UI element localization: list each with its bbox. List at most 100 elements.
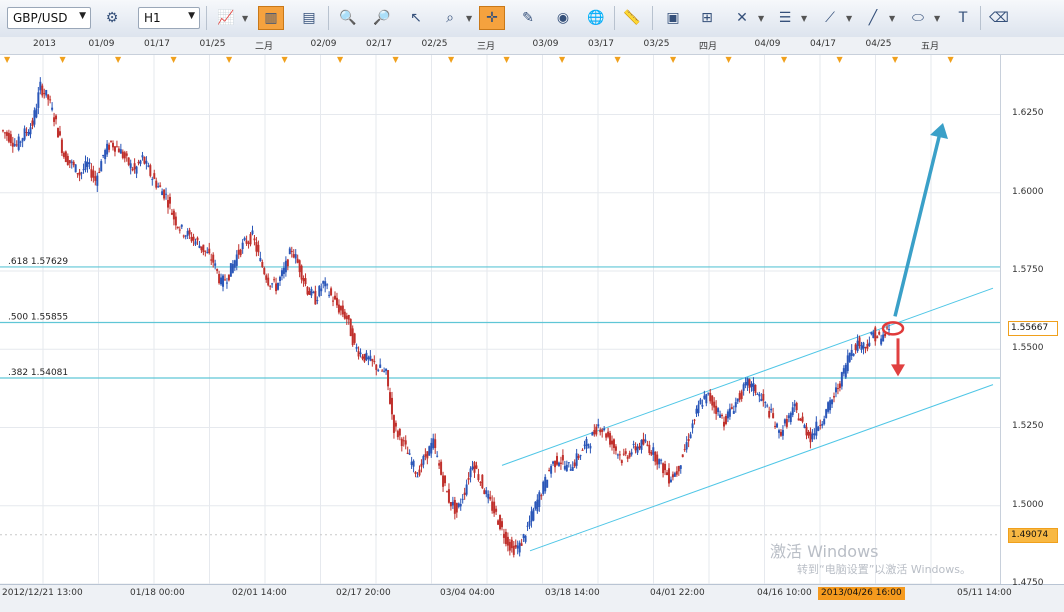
chevron-down-icon[interactable]: ▼ <box>758 14 764 23</box>
candle-body <box>524 535 527 542</box>
chevron-down-icon[interactable]: ▼ <box>242 14 248 23</box>
top-date-label: 03/17 <box>588 39 614 49</box>
event-marker-icon[interactable]: ▼ <box>4 55 10 64</box>
event-marker-icon[interactable]: ▼ <box>726 55 732 64</box>
candle-body <box>809 431 812 443</box>
symbol-select[interactable]: GBP/USD ▼ <box>7 7 91 29</box>
drawing-tools-icon[interactable]: ✕ <box>729 6 755 30</box>
image-icon[interactable]: ▣ <box>660 6 686 30</box>
candle-body <box>611 440 614 445</box>
candle-body <box>850 350 853 357</box>
candle-body <box>235 254 238 266</box>
candle-body <box>172 210 175 220</box>
event-marker-icon[interactable]: ▼ <box>670 55 676 64</box>
candle-body <box>585 438 588 449</box>
eraser-icon[interactable]: ⌫ <box>986 6 1012 30</box>
candle-body <box>271 283 274 285</box>
window-icon[interactable]: ⊞ <box>694 6 720 30</box>
event-marker-icon[interactable]: ▼ <box>559 55 565 64</box>
top-date-label: 02/17 <box>366 39 392 49</box>
chevron-down-icon[interactable]: ▼ <box>889 14 895 23</box>
candle-body <box>110 140 113 142</box>
event-marker-icon[interactable]: ▼ <box>892 55 898 64</box>
price-chart[interactable]: .618 1.57629 .500 1.55855 .382 1.54081 <box>0 55 1000 584</box>
candle-body <box>445 491 448 493</box>
candle-body <box>874 327 877 342</box>
candle-body <box>365 352 368 360</box>
event-marker-icon[interactable]: ▼ <box>948 55 954 64</box>
candle-body <box>823 418 826 425</box>
candle-body <box>25 131 28 133</box>
zoom-in-icon[interactable]: 🔍 <box>335 6 361 30</box>
event-marker-icon[interactable]: ▼ <box>337 55 343 64</box>
candle-body <box>552 461 555 464</box>
candle-body <box>497 520 500 525</box>
candle-body <box>31 120 34 127</box>
globe-icon[interactable]: 🌐 <box>583 6 609 30</box>
chevron-down-icon: ▼ <box>79 11 86 21</box>
pencil-icon[interactable]: ╱ <box>860 6 886 30</box>
candle-body <box>742 384 745 391</box>
event-marker-icon[interactable]: ▼ <box>504 55 510 64</box>
candle-body <box>53 117 56 122</box>
indicator-icon[interactable]: ⚙ <box>99 6 125 30</box>
candle-body <box>43 92 46 94</box>
cursor-icon[interactable]: ↖ <box>403 6 429 30</box>
event-marker-icon[interactable]: ▼ <box>448 55 454 64</box>
candle-body <box>726 411 729 419</box>
edit-chart-icon[interactable]: ✎ <box>515 6 541 30</box>
event-marker-icon[interactable]: ▼ <box>282 55 288 64</box>
chevron-down-icon[interactable]: ▼ <box>934 14 940 23</box>
zoom-area-icon[interactable]: ⌕ <box>437 6 463 30</box>
top-date-label: 01/17 <box>144 39 170 49</box>
event-marker-icon[interactable]: ▼ <box>615 55 621 64</box>
chevron-down-icon[interactable]: ▼ <box>846 14 852 23</box>
bottom-date-label: 03/04 04:00 <box>440 588 495 598</box>
candle-body <box>153 173 156 179</box>
candle-body <box>728 408 731 417</box>
chevron-down-icon[interactable]: ▼ <box>801 14 807 23</box>
event-marker-icon[interactable]: ▼ <box>60 55 66 64</box>
event-marker-icon[interactable]: ▼ <box>115 55 121 64</box>
candle-body <box>129 163 132 169</box>
event-marker-icon[interactable]: ▼ <box>781 55 787 64</box>
candle-body <box>62 152 65 157</box>
event-marker-icon[interactable]: ▼ <box>393 55 399 64</box>
chevron-down-icon[interactable]: ▼ <box>466 14 472 23</box>
candle-body <box>872 332 875 338</box>
candle-body <box>821 423 824 426</box>
timeframe-select[interactable]: H1 ▼ <box>138 7 200 29</box>
candle-body <box>117 148 120 153</box>
event-marker-icon[interactable]: ▼ <box>226 55 232 64</box>
line-chart-icon[interactable]: 📈 <box>213 6 239 30</box>
candle-body <box>141 155 144 158</box>
candle-body <box>379 364 382 368</box>
candle-body <box>609 433 612 445</box>
crosshair-icon[interactable]: ✛ <box>479 6 505 30</box>
event-marker-icon[interactable]: ▼ <box>171 55 177 64</box>
candle-body <box>440 461 443 475</box>
candle-body <box>249 234 252 245</box>
candlestick-icon[interactable]: ▥ <box>258 6 284 30</box>
candle-body <box>353 333 356 343</box>
bar-chart-icon[interactable]: ▤ <box>296 6 322 30</box>
text-tool-icon[interactable]: T <box>950 6 976 30</box>
trendline-icon[interactable]: ⟋ <box>817 6 843 30</box>
marker-price-tag: 1.49074 <box>1008 527 1058 543</box>
candle-body <box>546 479 549 488</box>
eye-icon[interactable]: ◉ <box>550 6 576 30</box>
lines-icon[interactable]: ☰ <box>772 6 798 30</box>
activation-watermark-subtitle: 转到“电脑设置”以激活 Windows。 <box>797 563 971 576</box>
candle-body <box>422 456 425 465</box>
candle-body <box>389 392 392 404</box>
bottom-date-label: 2012/12/21 13:00 <box>2 588 83 598</box>
ellipse-icon[interactable]: ⬭ <box>905 6 931 30</box>
event-marker-icon[interactable]: ▼ <box>837 55 843 64</box>
candle-body <box>64 151 67 163</box>
fibonacci-level-label: .500 1.55855 <box>8 312 68 322</box>
ruler-icon[interactable]: 📏 <box>619 6 645 30</box>
candle-body <box>223 279 226 281</box>
zoom-out-icon[interactable]: 🔎 <box>369 6 395 30</box>
candle-body <box>302 278 305 282</box>
candle-body <box>817 426 820 431</box>
